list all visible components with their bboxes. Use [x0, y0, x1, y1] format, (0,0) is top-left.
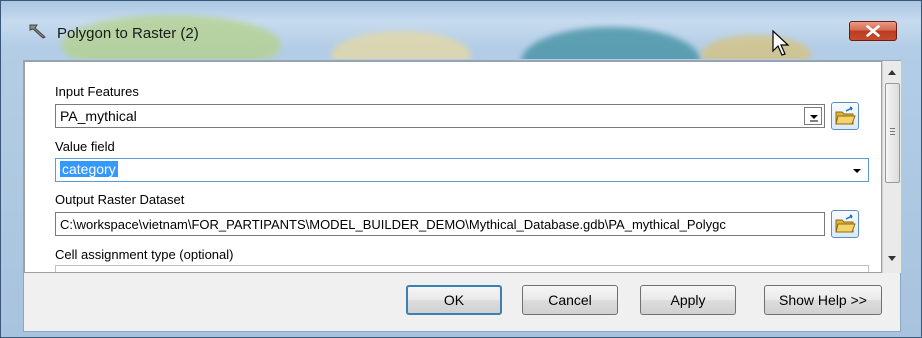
background-blob: [331, 31, 471, 59]
cell-assignment-select[interactable]: [55, 265, 869, 272]
value-field-label: Value field: [55, 139, 115, 154]
chevron-down-icon: [810, 115, 818, 122]
grip-line: [890, 131, 895, 132]
grip-line: [890, 128, 895, 129]
input-features-combobox[interactable]: PA_mythical: [55, 104, 825, 128]
browse-input-features-button[interactable]: [831, 102, 859, 130]
show-help-button[interactable]: Show Help >>: [764, 285, 882, 315]
output-raster-value: C:\workspace\vietnam\FOR_PARTIPANTS\MODE…: [60, 217, 726, 232]
browse-output-raster-button[interactable]: [831, 210, 859, 238]
parameters-panel: Input Features PA_mythical Value field c…: [24, 61, 882, 273]
hammer-icon: [29, 24, 46, 39]
input-features-value: PA_mythical: [60, 108, 137, 124]
output-raster-input[interactable]: C:\workspace\vietnam\FOR_PARTIPANTS\MODE…: [55, 212, 825, 236]
close-icon: [866, 25, 880, 37]
dialog-window: Polygon to Raster (2) Input Features PA_…: [0, 0, 922, 338]
scroll-up-icon[interactable]: [887, 68, 897, 76]
cancel-button[interactable]: Cancel: [522, 285, 618, 315]
folder-open-icon: [835, 106, 856, 125]
apply-button[interactable]: Apply: [640, 285, 736, 315]
window-title: Polygon to Raster (2): [57, 25, 199, 42]
cell-assignment-label: Cell assignment type (optional): [55, 247, 234, 262]
folder-open-icon: [835, 214, 856, 233]
background-blob: [521, 27, 701, 59]
grip-line: [890, 134, 895, 135]
scroll-down-icon[interactable]: [887, 255, 897, 263]
input-features-label: Input Features: [55, 84, 139, 99]
close-button[interactable]: [849, 21, 897, 41]
output-raster-label: Output Raster Dataset: [55, 192, 185, 207]
dialog-client-area: Input Features PA_mythical Value field c…: [23, 60, 901, 332]
mouse-cursor-icon: [772, 29, 790, 56]
chevron-down-icon: [853, 169, 861, 173]
value-field-dropdown-arrow[interactable]: [850, 163, 864, 177]
background-blob: [701, 35, 811, 59]
ok-button[interactable]: OK: [406, 285, 502, 315]
scrollbar-thumb[interactable]: [885, 83, 900, 183]
vertical-scrollbar[interactable]: [882, 61, 901, 273]
input-features-dropdown-button[interactable]: [804, 107, 822, 125]
value-field-selected-text: category: [60, 161, 118, 177]
value-field-select[interactable]: category: [55, 158, 869, 182]
